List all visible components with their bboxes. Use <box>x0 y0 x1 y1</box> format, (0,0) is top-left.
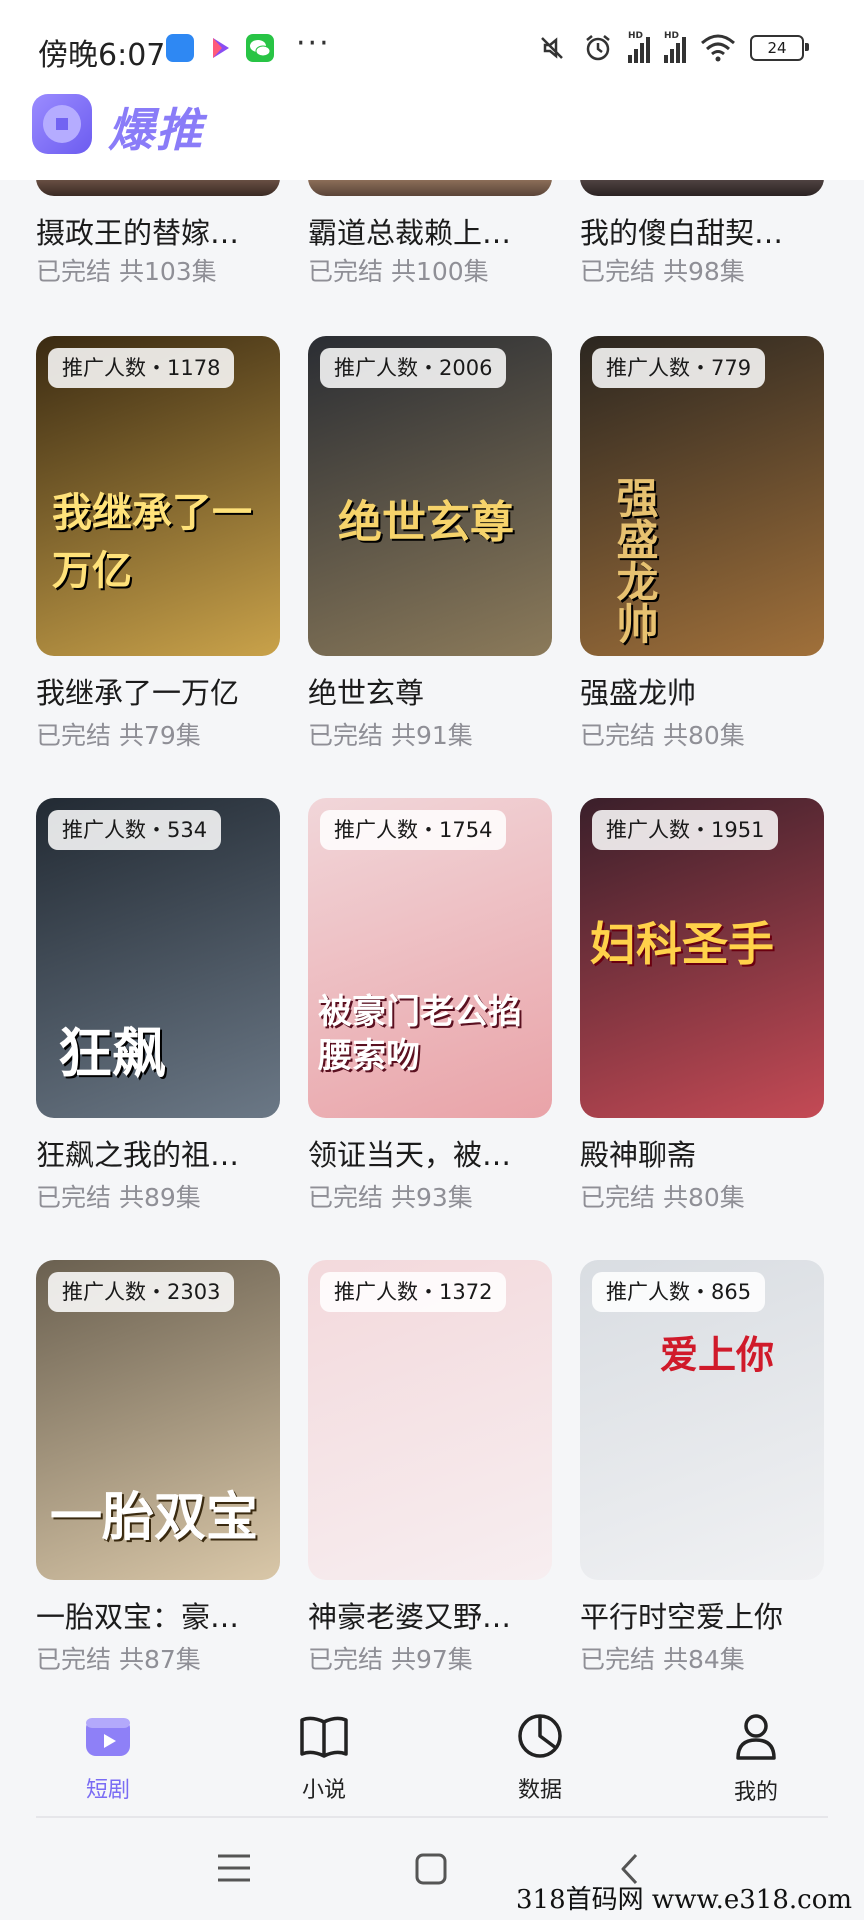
drama-title[interactable]: 霸道总裁赖上… <box>308 210 511 252</box>
signal-icon-1: HD <box>628 31 650 63</box>
drama-status: 已完结 共100集 <box>308 257 489 286</box>
drama-poster[interactable]: 被豪门老公掐腰索吻 推广人数・1754 <box>308 798 552 1118</box>
play-store-icon <box>206 34 234 62</box>
drama-poster[interactable]: 狂飙 推广人数・534 <box>36 798 280 1118</box>
poster-title-art: 一胎双宝 <box>50 1488 259 1548</box>
tab-novel[interactable]: 小说 <box>264 1712 384 1804</box>
tab-label: 我的 <box>733 1780 778 1805</box>
drama-card[interactable]: 妇科圣手 推广人数・1951 殿神聊斋 已完结 共80集 <box>580 798 824 1214</box>
drama-title: 殿神聊斋 <box>580 1138 697 1172</box>
drama-title: 领证当天，被… <box>308 1138 512 1172</box>
drama-poster[interactable]: 妇科圣手 推广人数・1951 <box>580 798 824 1118</box>
poster-title-art: 狂飙 <box>58 1022 166 1085</box>
drama-status: 已完结 共84集 <box>580 1645 745 1674</box>
tab-label: 数据 <box>517 1778 562 1803</box>
drama-card[interactable]: 强盛龙帅 推广人数・779 强盛龙帅 已完结 共80集 <box>580 336 824 752</box>
drama-card[interactable]: 被豪门老公掐腰索吻 推广人数・1754 领证当天，被… 已完结 共93集 <box>308 798 552 1214</box>
poster-title-art: 爱上你 <box>660 1333 775 1377</box>
video-icon <box>84 1718 132 1764</box>
drama-title[interactable]: 摄政王的替嫁… <box>36 210 239 252</box>
app-notification-icon <box>166 34 194 62</box>
app-name: 爆推 <box>108 103 204 157</box>
promoter-count-badge: 推广人数・1372 <box>320 1272 507 1312</box>
app-logo-icon <box>32 94 92 154</box>
drama-card[interactable]: 一胎双宝 推广人数・2303 一胎双宝：豪… 已完结 共87集 <box>36 1260 280 1676</box>
drama-title[interactable]: 我的傻白甜契… <box>580 210 783 252</box>
home-icon[interactable] <box>414 1852 448 1890</box>
drama-status: 已完结 共98集 <box>580 257 745 286</box>
drama-status: 已完结 共97集 <box>308 1645 473 1674</box>
divider <box>36 1816 828 1818</box>
status-bar: 傍晚6:07 ··· HD HD 24 <box>0 0 864 92</box>
alarm-icon <box>582 32 614 64</box>
watermark: 318首码网 www.e318.com <box>516 1885 852 1915</box>
drama-card[interactable]: 狂飙 推广人数・534 狂飙之我的祖… 已完结 共89集 <box>36 798 280 1214</box>
drama-status: 已完结 共89集 <box>36 1183 201 1212</box>
drama-title: 我继承了一万亿 <box>36 676 240 710</box>
drama-card[interactable]: 我继承了一万亿 推广人数・1178 我继承了一万亿 已完结 共79集 <box>36 336 280 752</box>
promoter-count-badge: 推广人数・779 <box>592 348 766 388</box>
tab-label: 短剧 <box>85 1778 130 1803</box>
drama-status: 已完结 共80集 <box>580 721 745 750</box>
promoter-count-badge: 推广人数・1754 <box>320 810 507 850</box>
wifi-icon <box>700 33 736 63</box>
drama-title: 强盛龙帅 <box>580 676 697 710</box>
drama-card[interactable]: 推广人数・1372 神豪老婆又野… 已完结 共97集 <box>308 1260 552 1676</box>
promoter-count-badge: 推广人数・534 <box>48 810 222 850</box>
drama-status: 已完结 共79集 <box>36 721 201 750</box>
tab-short-drama[interactable]: 短剧 <box>48 1712 168 1804</box>
drama-poster[interactable]: 爱上你 推广人数・865 <box>580 1260 824 1580</box>
poster-title-art: 强盛龙帅 <box>610 476 659 644</box>
mute-icon <box>536 32 568 64</box>
pie-chart-icon <box>516 1714 564 1764</box>
promoter-count-badge: 推广人数・1178 <box>48 348 235 388</box>
book-icon <box>298 1716 350 1764</box>
drama-title: 平行时空爱上你 <box>580 1600 784 1634</box>
poster-title-art: 妇科圣手 <box>590 917 774 971</box>
tab-label: 小说 <box>301 1778 346 1803</box>
promoter-count-badge: 推广人数・865 <box>592 1272 766 1312</box>
tab-data[interactable]: 数据 <box>480 1712 600 1804</box>
promoter-count-badge: 推广人数・1951 <box>592 810 779 850</box>
tab-profile[interactable]: 我的 <box>696 1712 816 1806</box>
drama-status: 已完结 共93集 <box>308 1183 473 1212</box>
drama-status: 已完结 共87集 <box>36 1645 201 1674</box>
poster-title-art: 我继承了一万亿 <box>52 490 252 594</box>
more-notifications-icon: ··· <box>296 26 331 61</box>
drama-title: 一胎双宝：豪… <box>36 1600 240 1634</box>
user-icon <box>732 1714 780 1766</box>
signal-icon-2: HD <box>664 31 686 63</box>
battery-icon: 24 <box>750 35 809 61</box>
menu-icon[interactable] <box>216 1852 252 1888</box>
drama-title: 神豪老婆又野… <box>308 1600 512 1634</box>
poster-title-art: 绝世玄尊 <box>338 497 514 548</box>
drama-poster[interactable]: 我继承了一万亿 推广人数・1178 <box>36 336 280 656</box>
drama-title: 狂飙之我的祖… <box>36 1138 240 1172</box>
drama-status: 已完结 共80集 <box>580 1183 745 1212</box>
drama-poster[interactable]: 推广人数・1372 <box>308 1260 552 1580</box>
drama-title: 绝世玄尊 <box>308 676 425 710</box>
drama-card[interactable]: 绝世玄尊 推广人数・2006 绝世玄尊 已完结 共91集 <box>308 336 552 752</box>
status-time: 傍晚6:07 <box>38 38 166 73</box>
drama-status: 已完结 共91集 <box>308 721 473 750</box>
drama-card[interactable]: 爱上你 推广人数・865 平行时空爱上你 已完结 共84集 <box>580 1260 824 1676</box>
drama-poster[interactable]: 一胎双宝 推广人数・2303 <box>36 1260 280 1580</box>
drama-poster[interactable]: 强盛龙帅 推广人数・779 <box>580 336 824 656</box>
drama-poster[interactable]: 绝世玄尊 推广人数・2006 <box>308 336 552 656</box>
poster-title-art: 被豪门老公掐腰索吻 <box>318 992 522 1076</box>
promoter-count-badge: 推广人数・2006 <box>320 348 507 388</box>
promoter-count-badge: 推广人数・2303 <box>48 1272 235 1312</box>
wechat-icon <box>246 34 274 62</box>
drama-status: 已完结 共103集 <box>36 257 217 286</box>
